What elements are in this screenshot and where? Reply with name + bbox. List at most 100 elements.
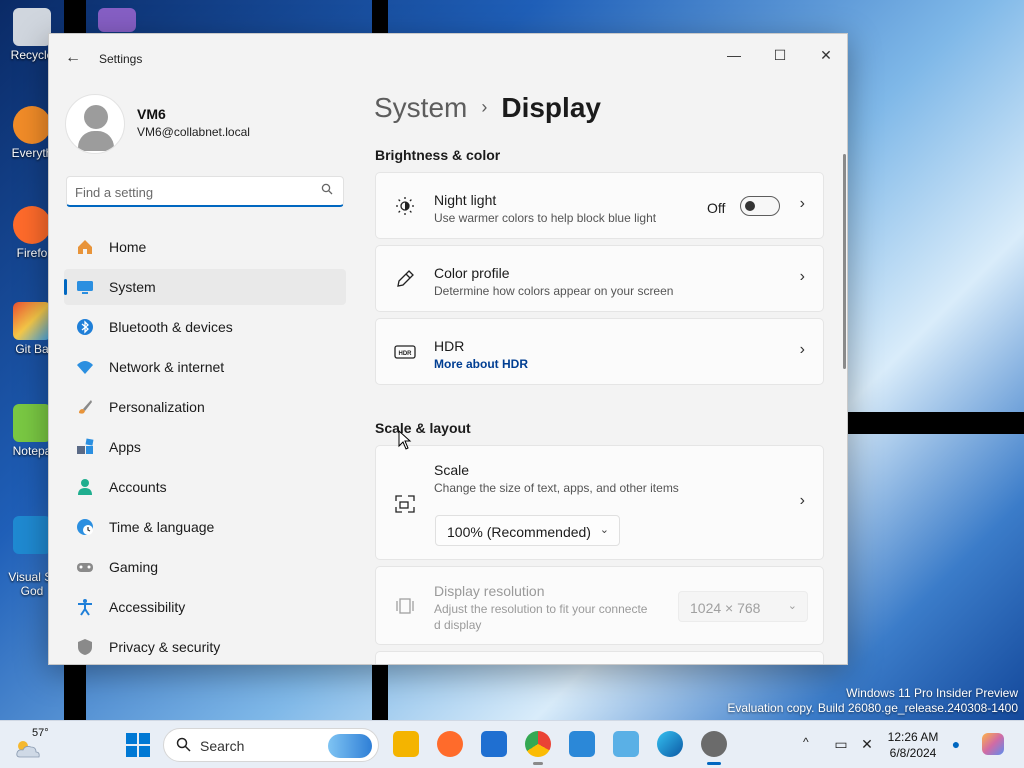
maximize-button[interactable]: ☐ <box>757 40 803 70</box>
shield-icon <box>78 639 92 655</box>
chevron-right-icon: › <box>799 341 805 358</box>
sidebar-item-label: Accounts <box>109 479 167 495</box>
account-icon <box>78 479 92 495</box>
scale-icon <box>395 495 415 513</box>
watermark-line1: Windows 11 Pro Insider Preview <box>846 686 1018 700</box>
store-icon[interactable] <box>481 731 507 757</box>
toggle-knob <box>745 201 755 211</box>
edge-icon[interactable] <box>657 731 683 757</box>
scale-dropdown-value: 100% (Recommended) <box>447 524 591 540</box>
start-logo-quadrant <box>139 733 150 744</box>
search-icon[interactable] <box>321 183 333 198</box>
sidebar-item-home[interactable]: Home <box>64 229 346 265</box>
wifi-icon <box>77 361 93 374</box>
mouse-cursor-icon <box>398 430 412 450</box>
copilot-icon[interactable] <box>982 733 1004 755</box>
sidebar-item-label: Home <box>109 239 147 255</box>
weather-widget[interactable]: 57° <box>14 727 54 763</box>
hdr-card[interactable]: HDR HDR More about HDR › <box>375 318 824 385</box>
sidebar-item-apps[interactable]: Apps <box>64 429 346 465</box>
sidebar-item-accounts[interactable]: Accounts <box>64 469 346 505</box>
sidebar-item-gaming[interactable]: Gaming <box>64 549 346 585</box>
controller-icon <box>77 563 93 572</box>
evaluation-watermark: Windows 11 Pro Insider Preview Evaluatio… <box>727 686 1018 716</box>
globe-clock-icon <box>77 519 93 535</box>
close-button[interactable]: ✕ <box>803 40 847 70</box>
sidebar-item-system[interactable]: System <box>64 269 346 305</box>
scale-subtitle: Change the size of text, apps, and other… <box>434 481 679 495</box>
minimize-button[interactable]: — <box>711 40 757 70</box>
taskbar-search[interactable]: Search <box>163 728 379 762</box>
breadcrumb-parent[interactable]: System <box>374 92 467 123</box>
sidebar-item-privacy[interactable]: Privacy & security <box>64 629 346 664</box>
next-card-partial[interactable] <box>375 651 824 664</box>
search-highlight-art <box>328 734 372 758</box>
chrome-icon[interactable] <box>525 731 551 765</box>
desktop-icon-visual-studio-top[interactable] <box>92 8 142 34</box>
color-profile-card[interactable]: Color profile Determine how colors appea… <box>375 245 824 312</box>
settings-gear-icon[interactable] <box>701 731 727 765</box>
git-bash-icon <box>13 302 51 340</box>
watermark-line2: Evaluation copy. Build 26080.ge_release.… <box>727 701 1018 715</box>
clock-time: 12:26 AM <box>887 730 939 744</box>
scale-dropdown[interactable]: 100% (Recommended) ⌄ <box>435 515 620 546</box>
taskbar: 57° Search ^ ▭ ✕ 12:26 AM 6/8/2024 ● <box>0 720 1024 768</box>
vscode-icon <box>13 516 51 554</box>
system-clock[interactable]: 12:26 AM 6/8/2024 <box>880 729 946 761</box>
settings-window: ← Settings — ☐ ✕ VM6 VM6@collabnet.local… <box>48 33 848 665</box>
start-button[interactable] <box>126 733 150 757</box>
brush-icon <box>79 400 92 414</box>
section-heading-brightness: Brightness & color <box>375 147 501 163</box>
display-resolution-dropdown: 1024 × 768 ⌄ <box>678 591 808 622</box>
desktop-icon-label: Notepa <box>12 444 52 458</box>
notepad-icon <box>13 404 51 442</box>
sidebar-item-bluetooth[interactable]: Bluetooth & devices <box>64 309 346 345</box>
resolution-icon <box>396 598 414 614</box>
sidebar-item-network[interactable]: Network & internet <box>64 349 346 385</box>
window-title: Settings <box>99 52 143 66</box>
eyedropper-icon <box>397 270 414 287</box>
start-logo-quadrant <box>139 746 150 757</box>
desktop-icon-label: Firefo <box>16 246 48 260</box>
night-light-toggle-label: Off <box>707 200 726 216</box>
file-explorer-icon[interactable] <box>393 731 419 757</box>
photos-icon[interactable] <box>569 731 595 757</box>
more-about-hdr-link[interactable]: More about HDR <box>434 357 528 371</box>
breadcrumb: System › Display <box>374 92 601 132</box>
sidebar-item-time-language[interactable]: Time & language <box>64 509 346 545</box>
night-light-title: Night light <box>434 192 497 208</box>
night-light-toggle[interactable] <box>740 196 780 216</box>
svg-text:HDR: HDR <box>399 351 413 357</box>
network-icon[interactable]: ▭ <box>832 735 850 753</box>
visual-studio-icon <box>98 8 136 32</box>
display-resolution-subtitle-line1: Adjust the resolution to fit your connec… <box>434 602 648 616</box>
sidebar-item-accessibility[interactable]: Accessibility <box>64 589 346 625</box>
scale-title: Scale <box>434 462 470 478</box>
search-input[interactable] <box>75 183 311 201</box>
sidebar-item-label: Accessibility <box>109 599 186 615</box>
sidebar-item-personalization[interactable]: Personalization <box>64 389 346 425</box>
notification-bell-icon[interactable]: ● <box>947 735 965 753</box>
hdr-title: HDR <box>434 338 465 354</box>
firefox-icon[interactable] <box>437 731 463 757</box>
night-light-card[interactable]: Night light Use warmer colors to help bl… <box>375 172 824 239</box>
sidebar-item-label: Bluetooth & devices <box>109 319 233 335</box>
back-button[interactable]: ← <box>63 48 83 68</box>
sidebar-nav: Home System Bluetooth & devices Network … <box>64 229 346 664</box>
scale-card[interactable]: Scale Change the size of text, apps, and… <box>375 445 824 560</box>
volume-muted-icon[interactable]: ✕ <box>858 735 876 753</box>
show-hidden-icons-chevron[interactable]: ^ <box>803 735 809 749</box>
clock-date: 6/8/2024 <box>889 746 937 760</box>
avatar-head-shape <box>84 105 108 129</box>
snipping-tool-icon[interactable] <box>613 731 639 757</box>
breadcrumb-separator: › <box>481 97 488 117</box>
display-resolution-title: Display resolution <box>434 583 545 599</box>
content-scrollbar[interactable] <box>843 154 846 369</box>
user-name: VM6 <box>137 106 166 122</box>
user-profile[interactable]: VM6 VM6@collabnet.local <box>65 94 365 158</box>
desktop-icon-label: Everyth <box>11 146 53 160</box>
bluetooth-icon <box>77 319 93 335</box>
chevron-right-icon: › <box>799 195 805 212</box>
weather-temperature: 57° <box>32 727 49 739</box>
hdr-icon: HDR <box>394 345 416 359</box>
